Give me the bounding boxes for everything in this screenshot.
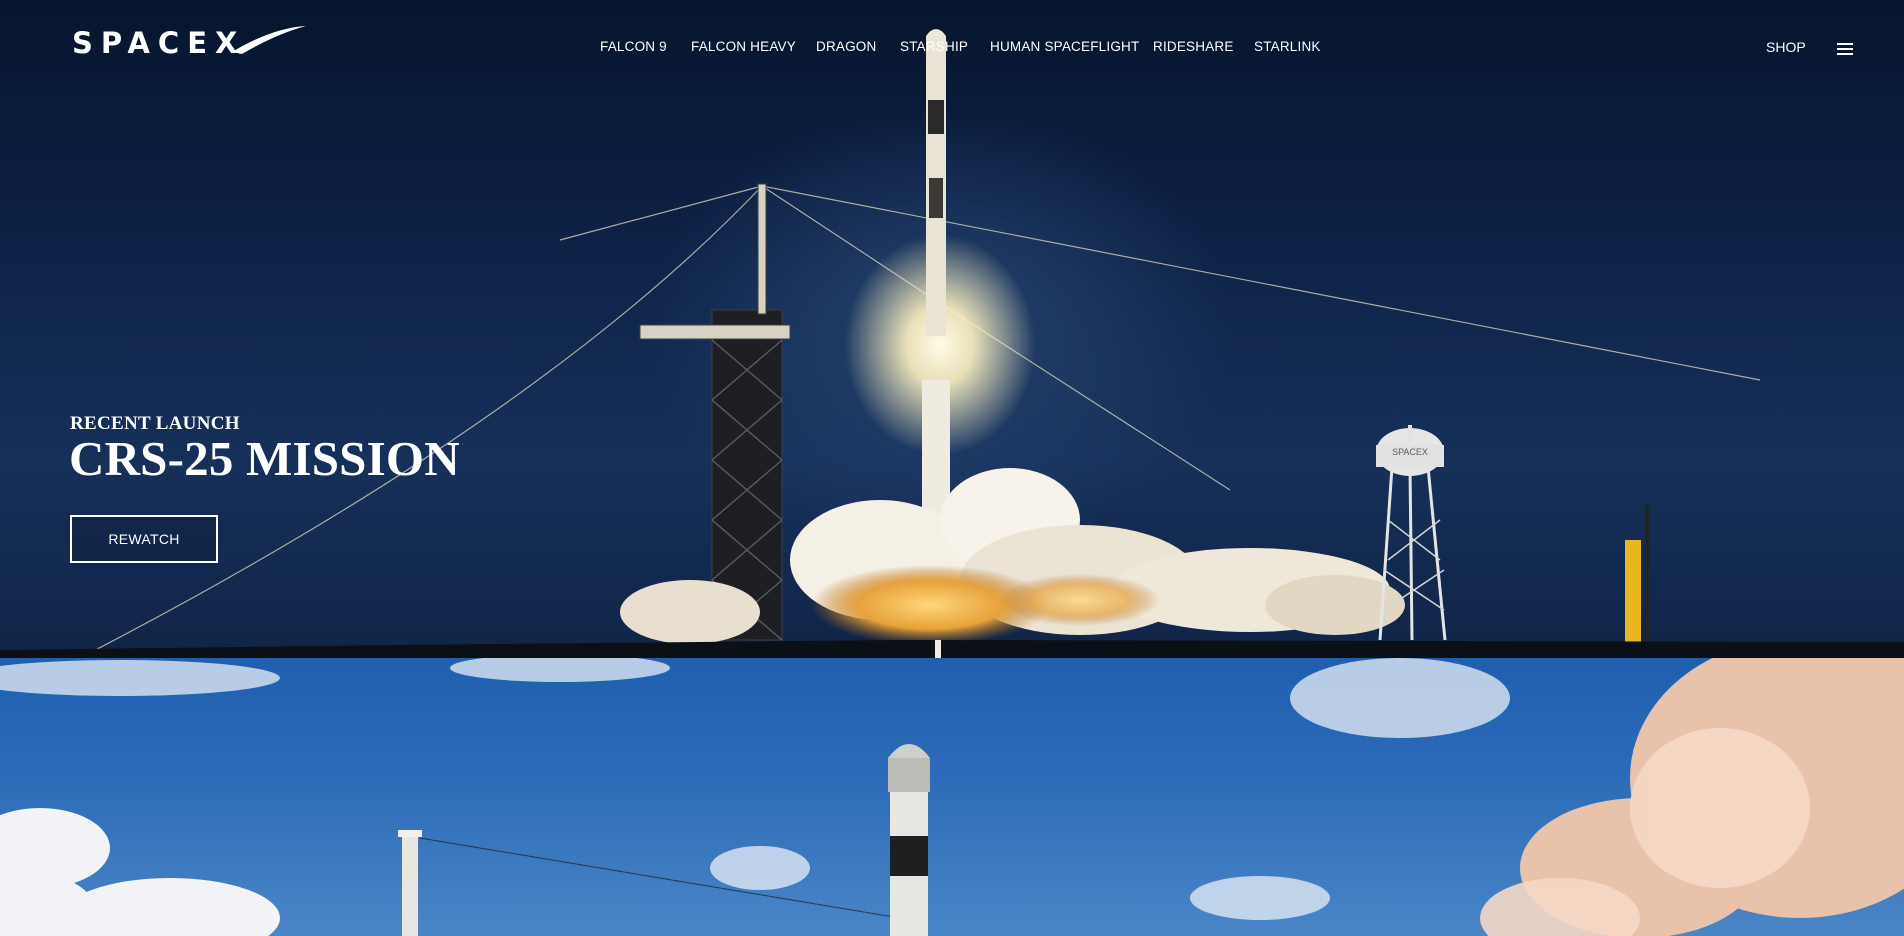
hero-section-next (0, 658, 1904, 936)
shop-link[interactable]: SHOP (1766, 39, 1806, 55)
nav-item-starship[interactable]: STARSHIP (900, 39, 968, 54)
nav-item-rideshare[interactable]: RIDESHARE (1153, 39, 1234, 54)
hamburger-menu-icon[interactable] (1837, 43, 1853, 55)
page: SPACEX SPACEX FALCON 9 FALCON HEAVY DRAG… (0, 0, 1904, 936)
main-nav: FALCON 9 FALCON HEAVY DRAGON STARSHIP HU… (0, 39, 1904, 59)
hero-title: CRS-25 MISSION (69, 431, 460, 486)
hero-rocket-day-photo (0, 658, 1904, 936)
nav-item-falcon-9[interactable]: FALCON 9 (600, 39, 667, 54)
nav-item-human-spaceflight[interactable]: HUMAN SPACEFLIGHT (990, 39, 1139, 54)
water-tower-label: SPACEX (1392, 447, 1428, 457)
rewatch-button[interactable]: REWATCH (70, 515, 218, 563)
nav-item-starlink[interactable]: STARLINK (1254, 39, 1321, 54)
nav-item-dragon[interactable]: DRAGON (816, 39, 876, 54)
site-header: SPACEX FALCON 9 FALCON HEAVY DRAGON STAR… (0, 0, 1904, 100)
nav-item-falcon-heavy[interactable]: FALCON HEAVY (691, 39, 796, 54)
